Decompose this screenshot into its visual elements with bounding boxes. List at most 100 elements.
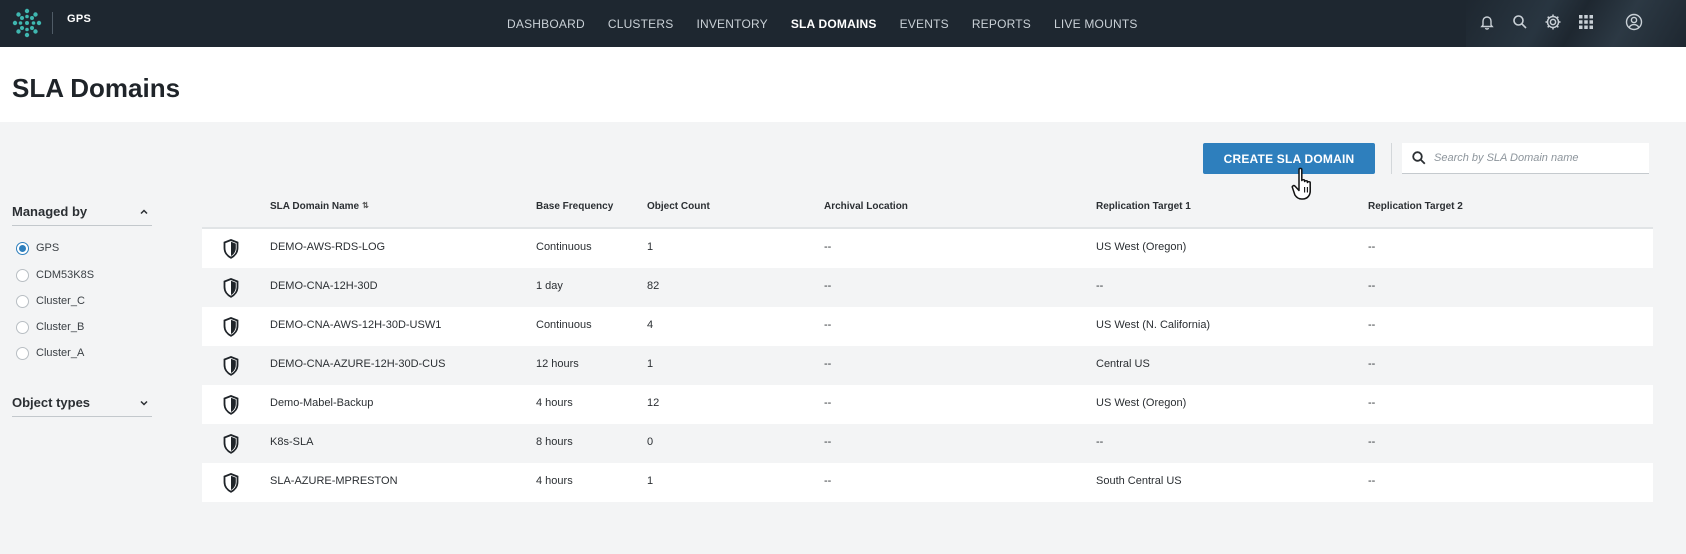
apps-grid-icon[interactable] bbox=[1575, 11, 1597, 33]
rubrik-logo-icon[interactable] bbox=[12, 8, 42, 38]
search-icon bbox=[1412, 151, 1426, 165]
bell-icon[interactable] bbox=[1476, 11, 1498, 33]
cell-replication-target-1: US West (Oregon) bbox=[1096, 241, 1187, 253]
managed-by-filter-header[interactable]: Managed by bbox=[12, 204, 152, 226]
nav-reports[interactable]: REPORTS bbox=[972, 17, 1031, 31]
cell-base-frequency: 8 hours bbox=[536, 436, 573, 448]
column-header-replication-target-2: Replication Target 2 bbox=[1368, 201, 1463, 212]
top-nav-bar: GPS DASHBOARD CLUSTERS INVENTORY SLA DOM… bbox=[0, 0, 1686, 47]
nav-live-mounts[interactable]: LIVE MOUNTS bbox=[1054, 17, 1138, 31]
cell-base-frequency: Continuous bbox=[536, 319, 592, 331]
nav-sla-domains[interactable]: SLA DOMAINS bbox=[791, 17, 877, 31]
shield-icon bbox=[223, 317, 239, 337]
radio-label: Cluster_C bbox=[36, 295, 85, 307]
cell-sla-domain-name[interactable]: DEMO-AWS-RDS-LOG bbox=[270, 241, 385, 253]
shield-icon bbox=[223, 356, 239, 376]
radio-label: GPS bbox=[36, 242, 60, 254]
column-header-base-frequency: Base Frequency bbox=[536, 201, 614, 212]
radio-button[interactable] bbox=[16, 346, 29, 360]
radio-button[interactable] bbox=[16, 294, 29, 308]
main-nav: DASHBOARD CLUSTERS INVENTORY SLA DOMAINS… bbox=[507, 0, 1161, 47]
cell-base-frequency: 1 day bbox=[536, 280, 563, 292]
shield-icon bbox=[223, 434, 239, 454]
table-row[interactable]: SLA-AZURE-MPRESTON 4 hours 1 -- South Ce… bbox=[202, 463, 1653, 502]
managed-by-option-cluster-a[interactable]: Cluster_A bbox=[16, 345, 84, 361]
table-row[interactable]: DEMO-CNA-AZURE-12H-30D-CUS 12 hours 1 --… bbox=[202, 346, 1653, 385]
toolbar-divider bbox=[1391, 143, 1392, 174]
cell-object-count: 1 bbox=[647, 358, 654, 370]
sort-icon[interactable]: ⇅ bbox=[362, 201, 369, 210]
cell-object-count: 1 bbox=[647, 241, 654, 253]
cell-replication-target-2: -- bbox=[1368, 397, 1376, 409]
table-row[interactable]: DEMO-CNA-AWS-12H-30D-USW1 Continuous 4 -… bbox=[202, 307, 1653, 346]
radio-label: Cluster_B bbox=[36, 321, 85, 333]
shield-icon bbox=[223, 395, 239, 415]
cell-sla-domain-name[interactable]: DEMO-CNA-AZURE-12H-30D-CUS bbox=[270, 358, 445, 370]
column-header-sla-domain-name[interactable]: SLA Domain Name ⇅ bbox=[270, 201, 369, 212]
shield-icon bbox=[223, 239, 239, 259]
search-box[interactable] bbox=[1402, 143, 1649, 174]
cell-replication-target-1: -- bbox=[1096, 436, 1104, 448]
nav-dashboard[interactable]: DASHBOARD bbox=[507, 17, 585, 31]
cell-replication-target-2: -- bbox=[1368, 319, 1376, 331]
cell-archival-location: -- bbox=[824, 319, 832, 331]
table-row[interactable]: DEMO-CNA-12H-30D 1 day 82 -- -- -- bbox=[202, 268, 1653, 307]
cell-replication-target-2: -- bbox=[1368, 475, 1376, 487]
cell-base-frequency: 4 hours bbox=[536, 475, 573, 487]
shield-icon bbox=[223, 473, 239, 493]
column-header-archival-location: Archival Location bbox=[824, 201, 908, 212]
cell-base-frequency: Continuous bbox=[536, 241, 592, 253]
nav-inventory[interactable]: INVENTORY bbox=[696, 17, 767, 31]
cell-archival-location: -- bbox=[824, 358, 832, 370]
radio-button[interactable] bbox=[16, 268, 29, 282]
managed-by-option-gps[interactable]: GPS bbox=[16, 240, 59, 256]
cell-sla-domain-name[interactable]: K8s-SLA bbox=[270, 436, 313, 448]
cell-object-count: 12 bbox=[647, 397, 660, 409]
cell-replication-target-2: -- bbox=[1368, 280, 1376, 292]
cell-archival-location: -- bbox=[824, 280, 832, 292]
cell-sla-domain-name[interactable]: DEMO-CNA-12H-30D bbox=[270, 280, 378, 292]
column-header-object-count: Object Count bbox=[647, 201, 710, 212]
cell-replication-target-1: Central US bbox=[1096, 358, 1150, 370]
table-row[interactable]: K8s-SLA 8 hours 0 -- -- -- bbox=[202, 424, 1653, 463]
sla-domains-table: SLA Domain Name ⇅ Base Frequency Object C… bbox=[202, 191, 1653, 502]
radio-button[interactable] bbox=[16, 320, 29, 334]
table-row[interactable]: DEMO-AWS-RDS-LOG Continuous 1 -- US West… bbox=[202, 229, 1653, 268]
cell-base-frequency: 12 hours bbox=[536, 358, 579, 370]
managed-by-option-cluster-b[interactable]: Cluster_B bbox=[16, 319, 84, 335]
object-types-filter-header[interactable]: Object types bbox=[12, 395, 152, 417]
cell-object-count: 1 bbox=[647, 475, 654, 487]
cell-replication-target-2: -- bbox=[1368, 436, 1376, 448]
chevron-down-icon[interactable] bbox=[138, 397, 150, 409]
cell-object-count: 0 bbox=[647, 436, 654, 448]
create-sla-domain-button[interactable]: CREATE SLA DOMAIN bbox=[1203, 143, 1375, 174]
chevron-up-icon[interactable] bbox=[138, 206, 150, 218]
cell-replication-target-2: -- bbox=[1368, 241, 1376, 253]
search-input[interactable] bbox=[1434, 143, 1644, 173]
user-icon[interactable] bbox=[1623, 11, 1645, 33]
shield-icon bbox=[223, 278, 239, 298]
table-row[interactable]: Demo-Mabel-Backup 4 hours 12 -- US West … bbox=[202, 385, 1653, 424]
cell-object-count: 4 bbox=[647, 319, 654, 331]
cell-replication-target-1: -- bbox=[1096, 280, 1104, 292]
column-header-replication-target-1: Replication Target 1 bbox=[1096, 201, 1191, 212]
nav-clusters[interactable]: CLUSTERS bbox=[608, 17, 674, 31]
cell-archival-location: -- bbox=[824, 436, 832, 448]
cell-archival-location: -- bbox=[824, 397, 832, 409]
cell-sla-domain-name[interactable]: SLA-AZURE-MPRESTON bbox=[270, 475, 398, 487]
cell-sla-domain-name[interactable]: DEMO-CNA-AWS-12H-30D-USW1 bbox=[270, 319, 441, 331]
cell-sla-domain-name[interactable]: Demo-Mabel-Backup bbox=[270, 397, 373, 409]
table-header: SLA Domain Name ⇅ Base Frequency Object C… bbox=[202, 191, 1653, 229]
cell-archival-location: -- bbox=[824, 475, 832, 487]
radio-label: CDM53K8S bbox=[36, 269, 95, 281]
gear-icon[interactable] bbox=[1542, 11, 1564, 33]
managed-by-option-cdm53k8s[interactable]: CDM53K8S bbox=[16, 267, 94, 283]
managed-by-option-cluster-c[interactable]: Cluster_C bbox=[16, 293, 85, 309]
nav-events[interactable]: EVENTS bbox=[900, 17, 949, 31]
search-icon[interactable] bbox=[1509, 11, 1531, 33]
cell-replication-target-1: US West (N. California) bbox=[1096, 319, 1211, 331]
cell-archival-location: -- bbox=[824, 241, 832, 253]
app-name: GPS bbox=[67, 13, 92, 25]
radio-button[interactable] bbox=[16, 241, 29, 255]
cell-replication-target-1: South Central US bbox=[1096, 475, 1182, 487]
